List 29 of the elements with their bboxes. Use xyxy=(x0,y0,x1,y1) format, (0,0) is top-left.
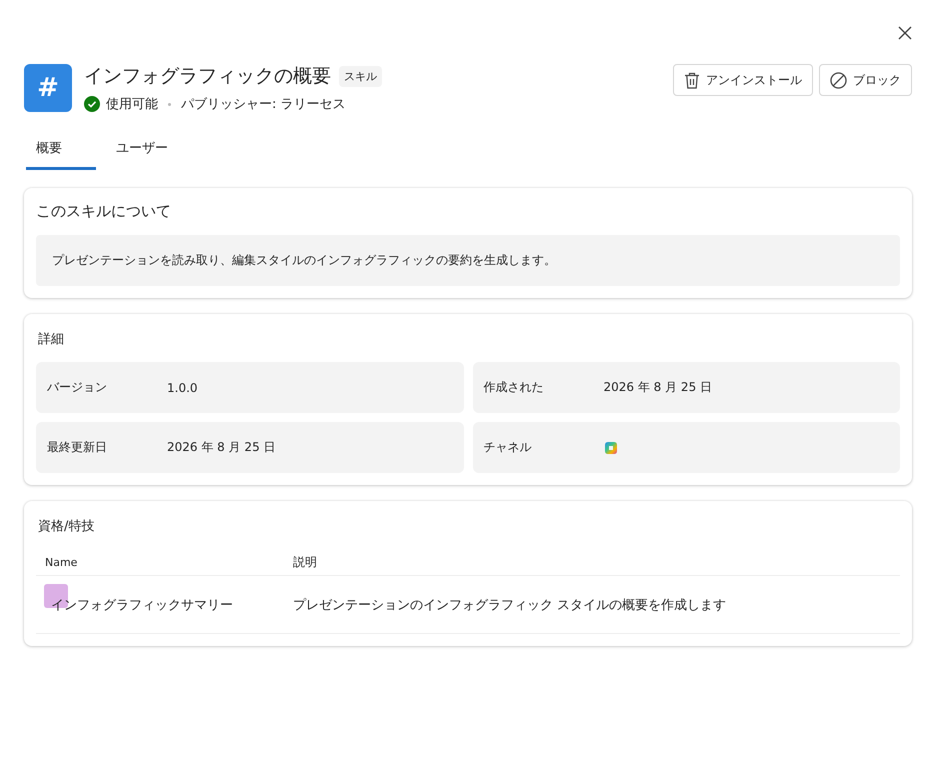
column-header: 説明 xyxy=(293,554,318,570)
app-icon: # xyxy=(24,64,72,112)
field-label: 作成された xyxy=(484,379,544,396)
field-value: 1.0.0 xyxy=(167,380,198,394)
block-icon xyxy=(830,72,847,88)
skill-badge: スキル xyxy=(339,66,382,86)
trash-icon xyxy=(684,72,700,88)
block-button[interactable]: ブロック xyxy=(819,64,912,96)
close-icon xyxy=(898,26,912,40)
field-label: 最終更新日 xyxy=(47,439,108,456)
field-label: チャネル xyxy=(484,439,532,456)
table-cell-text: プレゼンテーションのインフォグラフィック スタイルの概要を作成します xyxy=(293,596,728,614)
tab[interactable]: ユーザー xyxy=(106,133,178,170)
section-title: 資格/特技 xyxy=(38,518,96,535)
uninstall-button[interactable]: アンインストール xyxy=(673,64,813,96)
field-label: バージョン xyxy=(47,379,108,396)
tab[interactable]: 概要 xyxy=(26,133,96,170)
section-title: このスキルについて xyxy=(36,202,172,221)
skill-title: インフォグラフィックの概要 xyxy=(84,64,331,89)
description-text: プレゼンテーションを読み取り、編集スタイルのインフォグラフィックの要約を生成します。 xyxy=(36,235,900,286)
status-text: 使用可能 xyxy=(106,96,158,113)
field-value: 2026 年 8 月 25 日 xyxy=(167,439,276,456)
column-header: Name xyxy=(45,556,78,568)
check-icon xyxy=(84,96,100,112)
table-cell-text: インフォグラフィックサマリー xyxy=(50,596,233,614)
publisher-text: パブリッシャー: ラリーセス xyxy=(181,96,346,113)
section-title: 詳細 xyxy=(38,331,65,348)
field-value: 2026 年 8 月 25 日 xyxy=(604,379,712,396)
channel-icon xyxy=(604,440,618,454)
